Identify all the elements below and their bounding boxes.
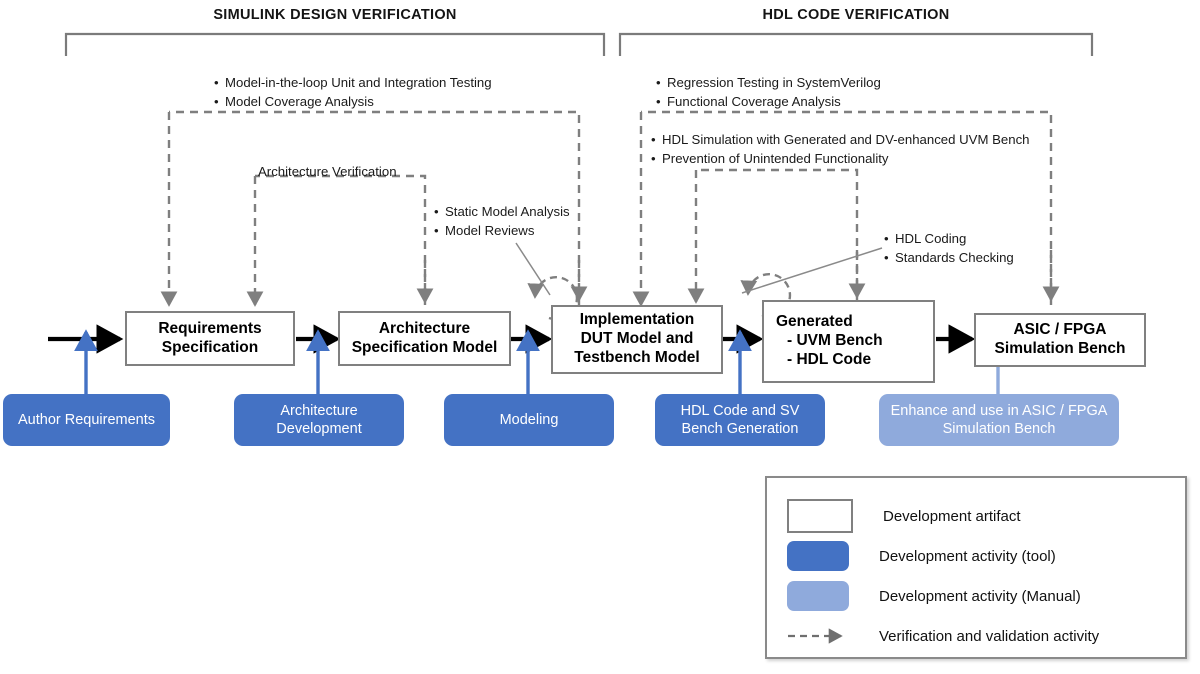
activity-line: HDL Code and SV xyxy=(680,402,800,419)
phase-title-hdl: HDL Code Verification xyxy=(762,7,950,23)
legend-label-tool: Development activity (tool) xyxy=(879,547,1056,565)
bullet-dot: • xyxy=(651,132,656,147)
dashed-arrow-icon xyxy=(787,621,849,651)
activity-line: Enhance and use in ASIC / xyxy=(890,402,1064,419)
activity-line: Author xyxy=(17,411,61,428)
annotation-regression: • Regression Testing in SystemVerilog • … xyxy=(656,74,881,111)
annotation-coding-item-0: HDL Coding xyxy=(895,231,967,246)
annotation-regression-item-1: Functional Coverage Analysis xyxy=(667,93,841,109)
activity-line: Modeling xyxy=(499,411,559,428)
diagram-canvas: Simulink Design Verification HDL Code Ve… xyxy=(0,0,1200,674)
artifact-architecture-specification-model[interactable]: Architecture Specification Model xyxy=(338,311,511,366)
bullet-dot: • xyxy=(434,204,439,219)
legend-label-artifact: Development artifact xyxy=(883,507,1021,525)
artifact-line: Implementation xyxy=(579,311,695,329)
annotation-mil: • Model-in-the-loop Unit and Integration… xyxy=(214,74,492,111)
leader-static-model xyxy=(515,242,551,296)
legend-label-manual: Development activity (Manual) xyxy=(879,587,1081,605)
phase-bracket-right xyxy=(618,32,1094,56)
activity-line: Architecture xyxy=(280,402,358,419)
artifact-line: DUT Model and xyxy=(580,330,694,348)
annotation-mil-item-1: Model Coverage Analysis xyxy=(225,93,374,109)
bullet-dot: • xyxy=(434,222,439,238)
legend-label-verification: Verification and validation activity xyxy=(879,627,1100,645)
annotation-hdl-coding: • HDL Coding • Standards Checking xyxy=(884,230,1014,267)
bullet-dot: • xyxy=(214,75,219,90)
legend-swatch-manual xyxy=(787,581,849,611)
artifact-line: Generated xyxy=(776,313,853,331)
bullet-dot: • xyxy=(884,249,889,265)
legend-panel: Development artifact Development activit… xyxy=(765,476,1187,659)
annotation-hdl-sim-item-1: Prevention of Unintended Functionality xyxy=(662,150,889,166)
activity-line: Requirements xyxy=(64,411,156,428)
annotation-hdl-sim: • HDL Simulation with Generated and DV-e… xyxy=(651,131,1030,168)
dashed-hdlsim-top xyxy=(696,168,859,302)
activity-line: Bench Generation xyxy=(681,421,799,437)
legend-row-manual: Development activity (Manual) xyxy=(787,576,1165,616)
bullet-dot: • xyxy=(214,93,219,109)
bullet-dot: • xyxy=(656,93,661,109)
leader-hdl-coding xyxy=(741,247,883,294)
bullet-dot: • xyxy=(651,150,656,166)
artifact-line: Specification xyxy=(161,338,259,356)
phase-title-simulink: Simulink Design Verification xyxy=(213,7,457,23)
artifact-line: Testbench Model xyxy=(574,348,700,366)
activity-enhance-asic-fpga[interactable]: Enhance and use in ASIC / FPGA Simulatio… xyxy=(879,394,1119,446)
artifact-requirements-specification[interactable]: Requirements Specification xyxy=(125,311,295,366)
dashed-archver-top xyxy=(255,174,427,305)
annotation-static-model: • Static Model Analysis • Model Reviews xyxy=(434,203,570,240)
legend-row-artifact: Development artifact xyxy=(787,496,1165,536)
activity-architecture-development[interactable]: Architecture Development xyxy=(234,394,404,446)
artifact-line: ASIC / FPGA xyxy=(1013,321,1107,339)
legend-swatch-artifact xyxy=(787,499,853,533)
annotation-static-item-1: Model Reviews xyxy=(445,222,535,238)
artifact-line: Requirements xyxy=(158,319,262,337)
activity-modeling[interactable]: Modeling xyxy=(444,394,614,446)
artifact-line: Architecture xyxy=(378,319,471,337)
legend-row-verification: Verification and validation activity xyxy=(787,616,1165,656)
annotation-mil-item-0: Model-in-the-loop Unit and Integration T… xyxy=(225,75,492,90)
artifact-line: Simulation Bench xyxy=(994,340,1126,357)
annotation-coding-item-1: Standards Checking xyxy=(895,249,1014,265)
activity-line: Development xyxy=(276,421,362,437)
annotation-static-item-0: Static Model Analysis xyxy=(445,204,570,219)
artifact-generated[interactable]: Generated - UVM Bench - HDL Code xyxy=(762,300,935,383)
artifact-asic-fpga-simulation-bench[interactable]: ASIC / FPGA Simulation Bench xyxy=(974,313,1146,367)
activity-author-requirements[interactable]: Author Requirements xyxy=(3,394,170,446)
phase-bracket-left xyxy=(64,32,606,56)
bullet-dot: • xyxy=(656,75,661,90)
annotation-architecture-verification: Architecture Verification xyxy=(258,164,397,179)
artifact-line: - UVM Bench xyxy=(787,332,883,350)
legend-row-tool: Development activity (tool) xyxy=(787,536,1165,576)
artifact-line: - HDL Code xyxy=(787,350,872,368)
bullet-dot: • xyxy=(884,231,889,246)
annotation-regression-item-0: Regression Testing in SystemVerilog xyxy=(667,75,881,90)
artifact-implementation-dut-model[interactable]: Implementation DUT Model and Testbench M… xyxy=(551,305,723,374)
annotation-hdl-sim-item-0: HDL Simulation with Generated and DV-enh… xyxy=(662,132,1030,147)
legend-swatch-tool xyxy=(787,541,849,571)
activity-hdl-code-sv-bench-generation[interactable]: HDL Code and SV Bench Generation xyxy=(655,394,825,446)
artifact-line: Specification Model xyxy=(351,338,498,356)
